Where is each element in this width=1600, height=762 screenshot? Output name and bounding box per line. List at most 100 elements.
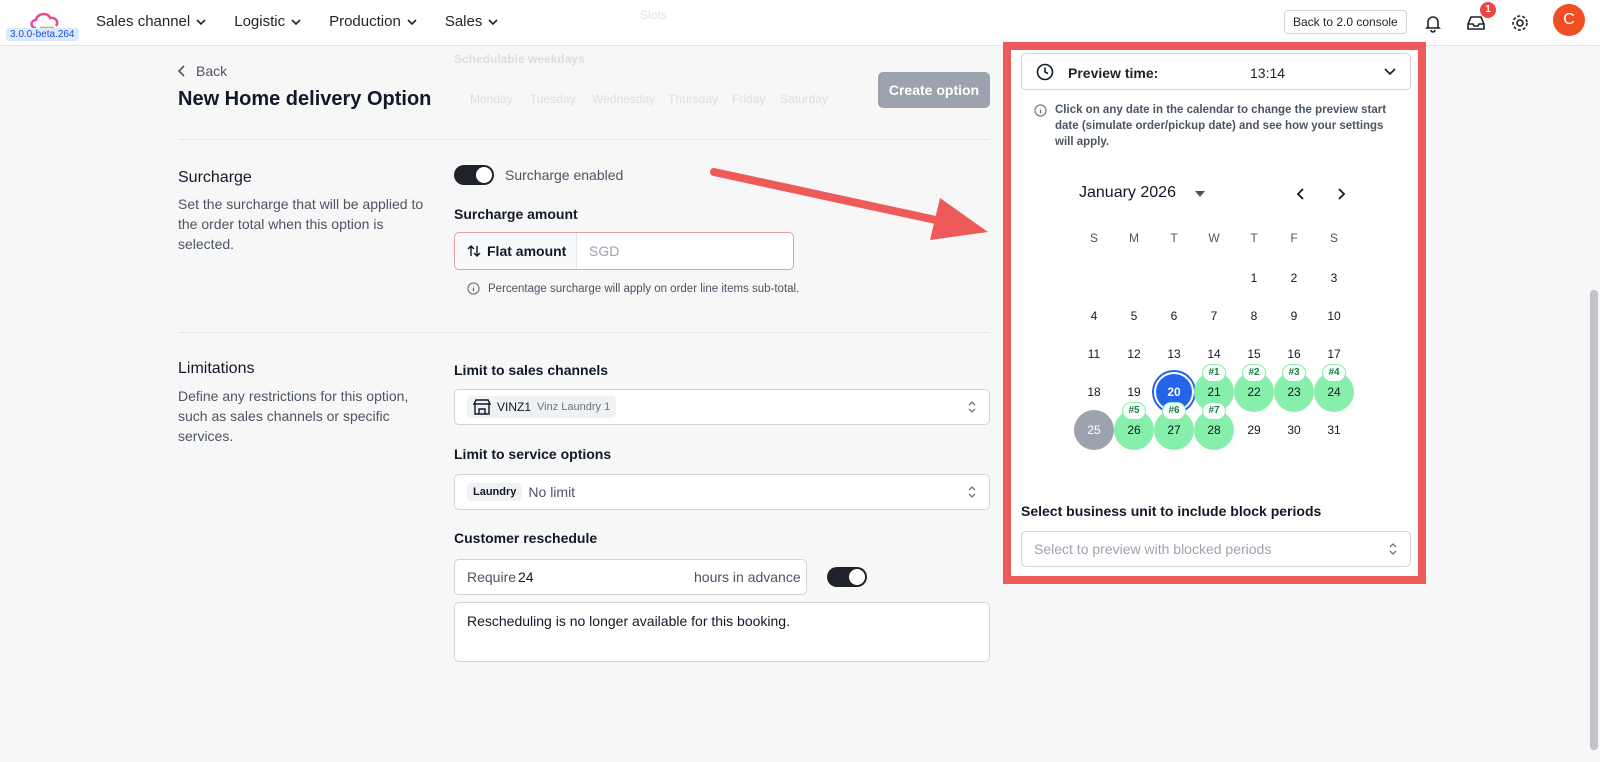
- info-icon: [1034, 104, 1047, 117]
- bell-icon[interactable]: [1422, 12, 1444, 34]
- slot-number-tag: #6: [1162, 402, 1186, 420]
- section-divider: [178, 139, 990, 140]
- top-bar: 3.0.0-beta.264 Sales channel Logistic Pr…: [0, 0, 1600, 46]
- nav-production[interactable]: Production: [329, 13, 417, 30]
- calendar-day[interactable]: 2: [1274, 258, 1314, 298]
- page-scrollbar[interactable]: [1590, 290, 1598, 750]
- gear-icon[interactable]: [1509, 12, 1531, 34]
- select-updown-icon: [1389, 543, 1397, 555]
- weekday-header: W: [1208, 231, 1220, 245]
- surcharge-toggle[interactable]: [454, 165, 494, 185]
- back-link[interactable]: Back: [178, 63, 227, 79]
- limitations-title: Limitations: [178, 360, 255, 377]
- store-icon: [473, 399, 491, 415]
- calendar-day[interactable]: 9: [1274, 296, 1314, 336]
- calendar-day[interactable]: 4: [1074, 296, 1114, 336]
- info-icon: [467, 282, 480, 295]
- require-value: 24: [518, 569, 534, 585]
- reschedule-toggle[interactable]: [827, 567, 867, 587]
- slot-number-tag: #7: [1202, 402, 1226, 420]
- inbox-count-badge: 1: [1480, 2, 1496, 18]
- nav-label: Logistic: [234, 13, 286, 30]
- slot-number-tag: #3: [1282, 364, 1306, 382]
- calendar-day[interactable]: 1: [1234, 258, 1274, 298]
- calendar-day[interactable]: 8: [1234, 296, 1274, 336]
- chevron-down-icon: [407, 18, 417, 25]
- nav-logistic[interactable]: Logistic: [234, 13, 301, 30]
- chevron-down-icon: [1384, 68, 1396, 76]
- nav-label: Production: [329, 13, 401, 30]
- select-updown-icon: [968, 486, 976, 498]
- preview-time-label: Preview time:: [1068, 65, 1159, 81]
- calendar-day[interactable]: 30: [1274, 410, 1314, 450]
- slot-number-tag: #5: [1122, 402, 1146, 420]
- preview-time-value: 13:14: [1250, 65, 1286, 81]
- nav-sales[interactable]: Sales: [445, 13, 499, 30]
- business-unit-label: Select business unit to include block pe…: [1021, 503, 1322, 519]
- service-chip: Laundry: [467, 483, 523, 501]
- create-option-button[interactable]: Create option: [878, 72, 990, 108]
- preview-time-select[interactable]: Preview time: 13:14: [1021, 53, 1411, 90]
- clock-icon: [1036, 63, 1054, 81]
- caret-down-icon[interactable]: [1195, 190, 1205, 198]
- next-month-icon[interactable]: [1336, 187, 1346, 201]
- calendar-month-label[interactable]: January 2026: [1079, 184, 1176, 202]
- calendar-day[interactable]: 12: [1114, 334, 1154, 374]
- ghost-day: Monday: [470, 92, 513, 106]
- channel-name: Vinz Laundry 1: [537, 401, 611, 413]
- preview-note: Click on any date in the calendar to cha…: [1055, 104, 1387, 148]
- surcharge-title: Surcharge: [178, 169, 252, 186]
- surcharge-type-button[interactable]: Flat amount: [455, 233, 577, 269]
- service-options-select[interactable]: Laundry No limit: [454, 474, 990, 510]
- back-label: Back: [196, 63, 228, 79]
- calendar-day[interactable]: 6: [1154, 296, 1194, 336]
- business-unit-placeholder: Select to preview with blocked periods: [1034, 541, 1272, 557]
- calendar-day[interactable]: 13: [1154, 334, 1194, 374]
- calendar-day[interactable]: 31: [1314, 410, 1354, 450]
- chevron-down-icon: [196, 18, 206, 25]
- slot-number-tag: #2: [1242, 364, 1266, 382]
- user-avatar[interactable]: C: [1553, 4, 1585, 36]
- reschedule-hours-input[interactable]: Require 24 hours in advance: [454, 559, 807, 595]
- surcharge-amount-input[interactable]: SGD: [577, 233, 619, 269]
- service-value: No limit: [528, 484, 576, 500]
- ghost-day: Thursday: [668, 92, 719, 106]
- version-badge: 3.0.0-beta.264: [6, 28, 79, 41]
- weekday-header: S: [1089, 231, 1098, 245]
- nav-sales-channel[interactable]: Sales channel: [96, 13, 206, 30]
- calendar-day[interactable]: 5: [1114, 296, 1154, 336]
- calendar-day[interactable]: 3: [1314, 258, 1354, 298]
- calendar-day[interactable]: 29: [1234, 410, 1274, 450]
- weekday-header: M: [1129, 231, 1139, 245]
- ghost-day: Wednesday: [592, 92, 656, 106]
- ghost-day: Tuesday: [530, 92, 576, 106]
- page-title: New Home delivery Option: [178, 88, 432, 110]
- sales-channels-select[interactable]: VINZ1 Vinz Laundry 1: [454, 389, 990, 425]
- sales-channels-label: Limit to sales channels: [454, 362, 609, 378]
- calendar-day[interactable]: 10: [1314, 296, 1354, 336]
- select-updown-icon: [968, 401, 976, 413]
- calendar-day[interactable]: 7: [1194, 296, 1234, 336]
- ghost-day: Saturday: [780, 92, 829, 106]
- reschedule-label: Customer reschedule: [454, 530, 598, 546]
- calendar-day[interactable]: 11: [1074, 334, 1114, 374]
- prev-month-icon[interactable]: [1296, 187, 1306, 201]
- main-nav: Sales channel Logistic Production Sales: [96, 13, 498, 30]
- calendar-day[interactable]: 18: [1074, 372, 1114, 412]
- surcharge-toggle-label: Surcharge enabled: [505, 167, 624, 183]
- surcharge-description: Set the surcharge that will be applied t…: [178, 196, 424, 252]
- chevron-down-icon: [291, 18, 301, 25]
- surcharge-amount-label: Surcharge amount: [454, 206, 578, 222]
- business-unit-select[interactable]: Select to preview with blocked periods: [1021, 531, 1411, 567]
- calendar-day[interactable]: 25: [1074, 410, 1114, 450]
- weekday-header: F: [1290, 231, 1298, 245]
- back-to-console-button[interactable]: Back to 2.0 console: [1284, 10, 1407, 34]
- surcharge-type-label: Flat amount: [487, 243, 567, 259]
- weekday-header: T: [1250, 231, 1258, 245]
- service-options-label: Limit to service options: [454, 446, 612, 462]
- channel-chip: VINZ1 Vinz Laundry 1: [467, 396, 617, 418]
- reschedule-message-textarea[interactable]: Rescheduling is no longer available for …: [454, 602, 990, 662]
- nav-label: Sales: [444, 13, 483, 30]
- require-suffix: hours in advance: [694, 569, 801, 585]
- ghost-slot: Slots: [640, 8, 667, 22]
